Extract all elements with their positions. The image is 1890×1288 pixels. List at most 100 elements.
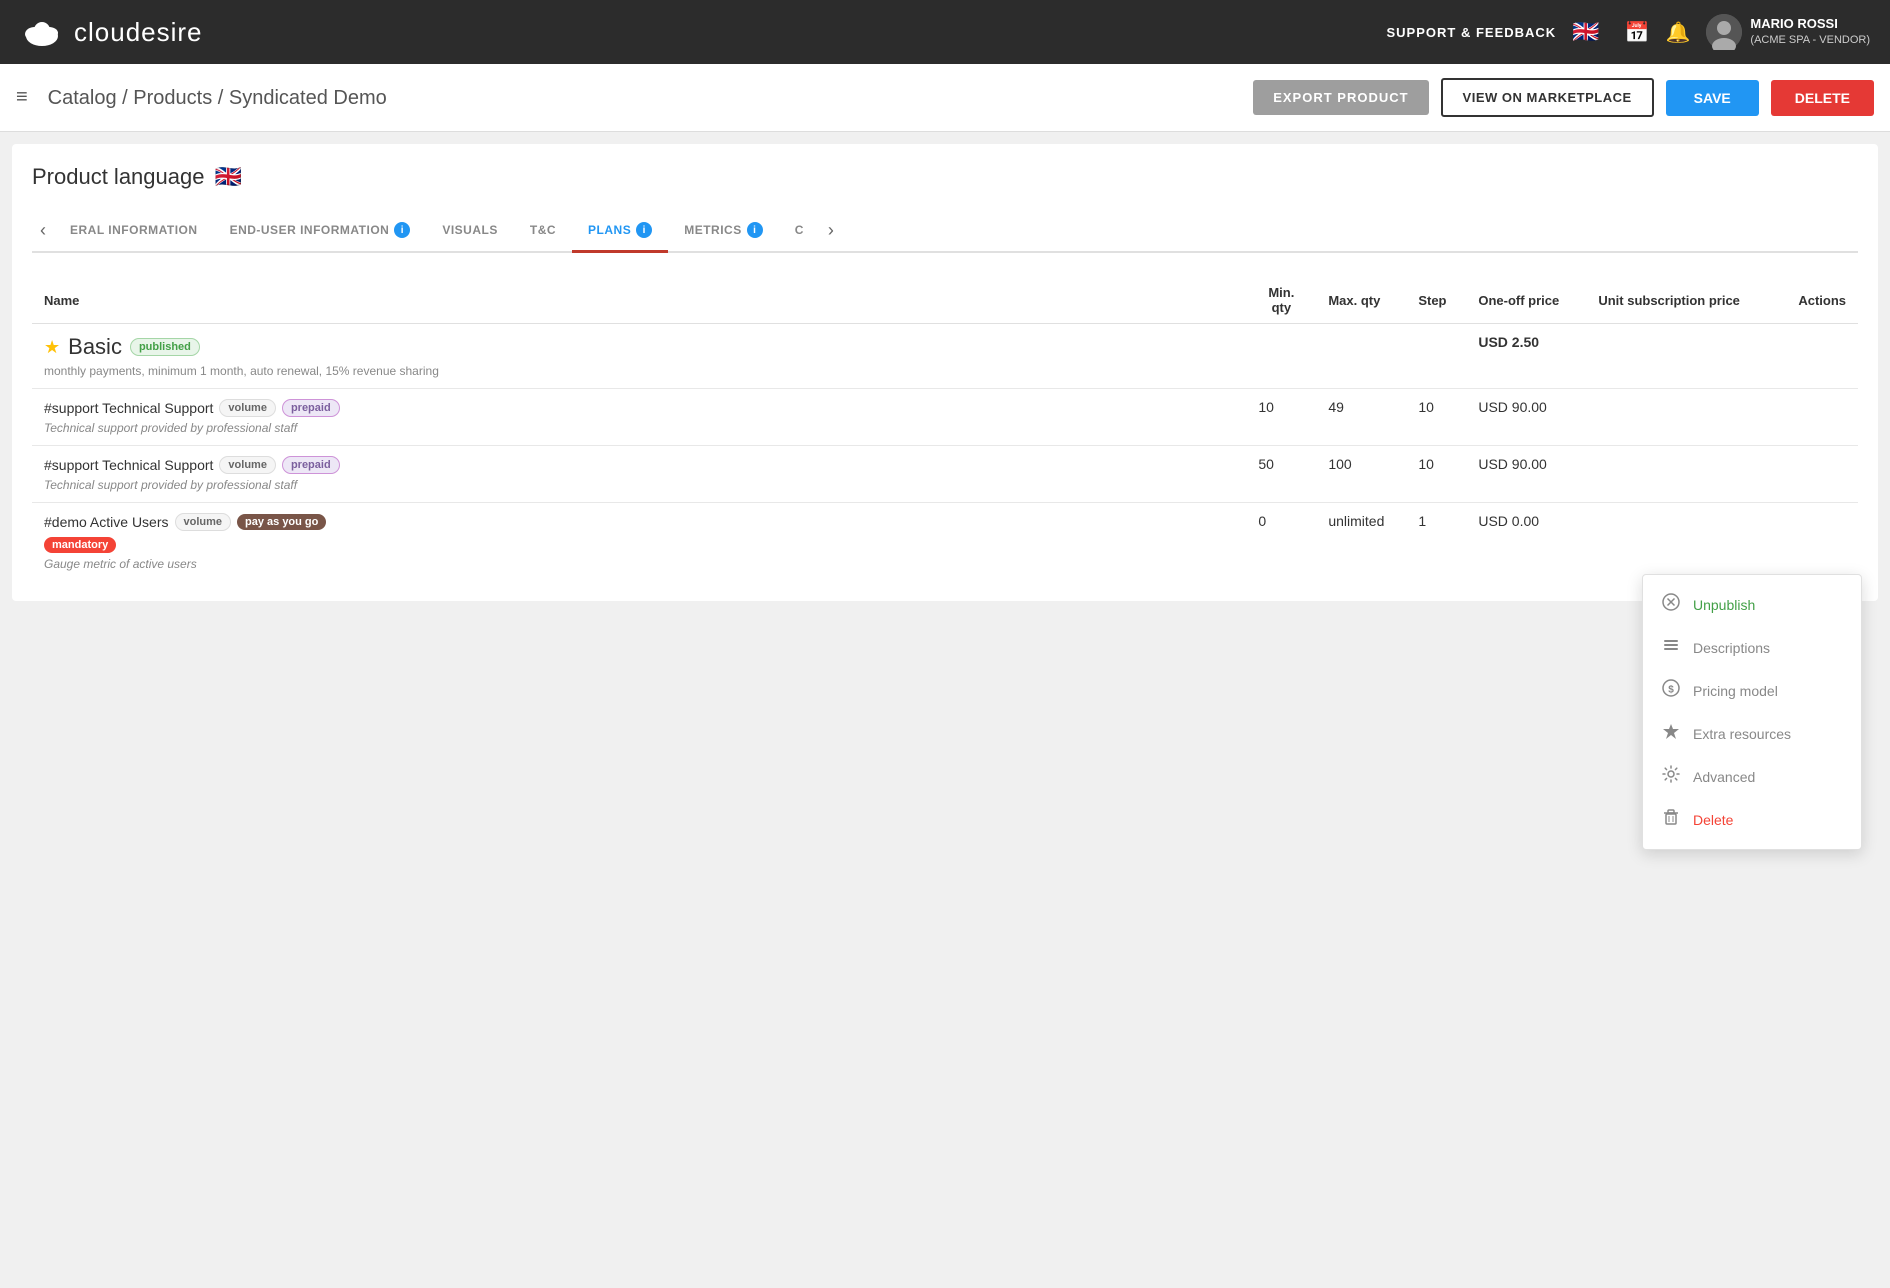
bell-icon[interactable]: 🔔 xyxy=(1666,20,1691,45)
hamburger-menu-icon[interactable]: ≡ xyxy=(16,86,28,109)
top-navigation: cloudesire SUPPORT & FEEDBACK 🇬🇧 📅 🔔 MAR… xyxy=(0,0,1890,64)
col-header-min-qty: Min.qty xyxy=(1246,277,1316,324)
descriptions-label: Descriptions xyxy=(1693,640,1770,656)
plan-demo-step: 1 xyxy=(1406,503,1466,582)
tab-general-information[interactable]: ERAL INFORMATION xyxy=(54,211,214,252)
plan-demo-actions[interactable] xyxy=(1786,503,1858,582)
export-product-button[interactable]: EXPORT PRODUCT xyxy=(1253,80,1428,115)
plan-support2-name-cell: #support Technical Support volume prepai… xyxy=(32,446,1246,503)
plan-support2-max-qty: 100 xyxy=(1316,446,1406,503)
col-header-step: Step xyxy=(1406,277,1466,324)
gear-icon xyxy=(1661,765,1681,788)
unpublish-menu-item[interactable]: Unpublish xyxy=(1643,583,1861,626)
plan-support1-actions[interactable] xyxy=(1786,389,1858,446)
plan-demo-min-qty: 0 xyxy=(1246,503,1316,582)
plan-support2-unit-sub xyxy=(1586,446,1786,503)
table-row: ★ Basic published monthly payments, mini… xyxy=(32,324,1858,389)
circle-x-icon xyxy=(1661,593,1681,616)
pricing-model-label: Pricing model xyxy=(1693,683,1778,699)
product-language-label: Product language xyxy=(32,164,204,190)
delete-label: Delete xyxy=(1693,812,1733,828)
plan-support1-step: 10 xyxy=(1406,389,1466,446)
plan-support2-step: 10 xyxy=(1406,446,1466,503)
view-on-marketplace-button[interactable]: VIEW ON MARKETPLACE xyxy=(1441,78,1654,117)
delete-button[interactable]: DELETE xyxy=(1771,80,1874,116)
logo-text: cloudesire xyxy=(74,17,203,48)
col-header-unit-sub: Unit subscription price xyxy=(1586,277,1786,324)
avatar xyxy=(1706,14,1742,50)
published-badge: published xyxy=(130,338,200,356)
logo-icon xyxy=(20,10,64,54)
tab-extra[interactable]: C xyxy=(779,211,820,252)
advanced-menu-item[interactable]: Advanced xyxy=(1643,755,1861,798)
payasyougo-badge: pay as you go xyxy=(237,514,326,530)
plan-support2-name: #support Technical Support volume prepai… xyxy=(44,456,1234,474)
plan-support1-name: #support Technical Support volume prepai… xyxy=(44,399,1234,417)
user-name: MARIO ROSSI xyxy=(1750,16,1870,33)
support-feedback-link[interactable]: SUPPORT & FEEDBACK 🇬🇧 xyxy=(1387,19,1601,45)
plan-support2-desc: Technical support provided by profession… xyxy=(44,478,1234,492)
logo-area: cloudesire xyxy=(20,10,1387,54)
plan-support1-max-qty: 49 xyxy=(1316,389,1406,446)
descriptions-menu-item[interactable]: Descriptions xyxy=(1643,626,1861,669)
breadcrumb: Catalog / Products / Syndicated Demo xyxy=(48,86,1242,110)
plan-basic-min-qty xyxy=(1246,324,1316,389)
user-text: MARIO ROSSI (ACME SPA - VENDOR) xyxy=(1750,16,1870,47)
plan-support2-min-qty: 50 xyxy=(1246,446,1316,503)
user-role: (ACME SPA - VENDOR) xyxy=(1750,33,1870,47)
svg-text:$: $ xyxy=(1668,685,1674,696)
tabs-container: ‹ ERAL INFORMATION END-USER INFORMATION … xyxy=(32,210,1858,253)
plan-demo-max-qty: unlimited xyxy=(1316,503,1406,582)
plan-support1-unit-sub xyxy=(1586,389,1786,446)
plan-support2-actions[interactable] xyxy=(1786,446,1858,503)
tab-info-icon-plans: i xyxy=(636,222,652,238)
plan-basic-actions[interactable] xyxy=(1786,324,1858,389)
plan-demo-name-cell: #demo Active Users volume pay as you go … xyxy=(32,503,1246,582)
mandatory-badge: mandatory xyxy=(44,537,116,553)
plan-basic-max-qty xyxy=(1316,324,1406,389)
tab-visuals[interactable]: VISUALS xyxy=(426,211,514,252)
plan-basic-unit-sub xyxy=(1586,324,1786,389)
pricing-model-menu-item[interactable]: $ Pricing model xyxy=(1643,669,1861,712)
save-button[interactable]: SAVE xyxy=(1666,80,1759,116)
advanced-label: Advanced xyxy=(1693,769,1755,785)
user-profile[interactable]: MARIO ROSSI (ACME SPA - VENDOR) xyxy=(1706,14,1870,50)
list-icon xyxy=(1661,636,1681,659)
plan-demo-one-off: USD 0.00 xyxy=(1466,503,1586,582)
volume-badge: volume xyxy=(219,399,276,417)
tab-metrics[interactable]: METRICS i xyxy=(668,210,779,253)
star-icon: ★ xyxy=(44,337,60,358)
unpublish-label: Unpublish xyxy=(1693,597,1755,613)
table-row: #support Technical Support volume prepai… xyxy=(32,389,1858,446)
volume-badge-3: volume xyxy=(175,513,232,531)
plan-support1-one-off: USD 90.00 xyxy=(1466,389,1586,446)
tab-plans[interactable]: PLANS i xyxy=(572,210,668,253)
tab-enduser-information[interactable]: END-USER INFORMATION i xyxy=(214,210,427,253)
tab-tc[interactable]: T&C xyxy=(514,211,572,252)
star-menu-icon xyxy=(1661,722,1681,745)
plan-support1-desc: Technical support provided by profession… xyxy=(44,421,1234,435)
col-header-one-off: One-off price xyxy=(1466,277,1586,324)
col-header-max-qty: Max. qty xyxy=(1316,277,1406,324)
main-content: Product language 🇬🇧 ‹ ERAL INFORMATION E… xyxy=(12,144,1878,601)
nav-right-area: 📅 🔔 MARIO ROSSI (ACME SPA - VENDOR) xyxy=(1625,14,1870,50)
plan-basic-step xyxy=(1406,324,1466,389)
product-language-flag-icon: 🇬🇧 xyxy=(214,164,241,190)
tab-next-arrow[interactable]: › xyxy=(820,220,842,241)
table-row: #demo Active Users volume pay as you go … xyxy=(32,503,1858,582)
delete-menu-item[interactable]: Delete xyxy=(1643,798,1861,841)
tab-prev-arrow[interactable]: ‹ xyxy=(32,220,54,241)
plan-demo-unit-sub xyxy=(1586,503,1786,582)
plan-basic-desc: monthly payments, minimum 1 month, auto … xyxy=(44,364,1234,378)
plan-demo-desc: Gauge metric of active users xyxy=(44,557,1234,571)
plan-support1-min-qty: 10 xyxy=(1246,389,1316,446)
col-header-actions: Actions xyxy=(1786,277,1858,324)
calendar-icon[interactable]: 📅 xyxy=(1625,20,1650,45)
extra-resources-label: Extra resources xyxy=(1693,726,1791,742)
plan-demo-name: #demo Active Users volume pay as you go xyxy=(44,513,1234,531)
col-header-name: Name xyxy=(32,277,1246,324)
plan-support1-name-cell: #support Technical Support volume prepai… xyxy=(32,389,1246,446)
plan-basic-one-off: USD 2.50 xyxy=(1466,324,1586,389)
extra-resources-menu-item[interactable]: Extra resources xyxy=(1643,712,1861,755)
tab-info-icon-metrics: i xyxy=(747,222,763,238)
